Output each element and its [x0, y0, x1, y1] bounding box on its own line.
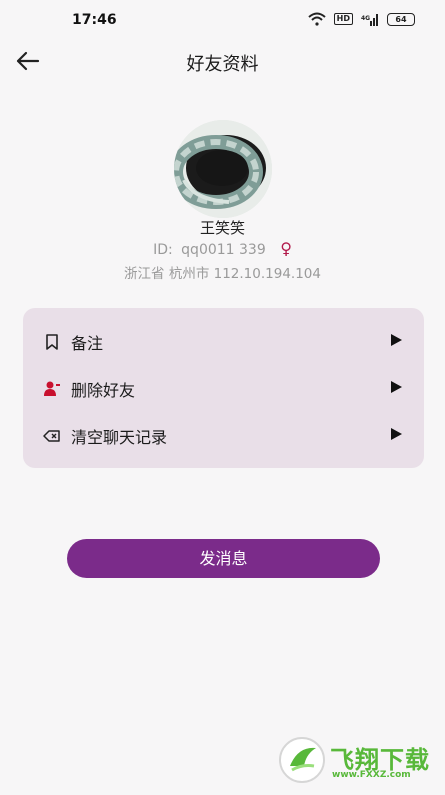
chevron-right-icon: [391, 428, 402, 440]
chevron-right-icon: [391, 381, 402, 393]
menu-item-clear-chat[interactable]: 清空聊天记录: [23, 413, 424, 459]
page-title: 好友资料: [186, 54, 259, 75]
watermark-url: www.FXXZ.com: [332, 770, 411, 780]
female-icon: ♀: [280, 239, 292, 258]
id-value: qq0011 339: [181, 242, 266, 258]
id-label: ID:: [153, 242, 173, 258]
location-text: 浙江省 杭州市 112.10.194.104: [124, 266, 321, 282]
battery-indicator: 64: [387, 12, 415, 26]
avatar[interactable]: [174, 120, 272, 218]
clear-icon: [43, 430, 60, 442]
header: 好友资料: [0, 40, 445, 82]
user-id-row: ID: qq0011 339 ♀: [0, 239, 445, 258]
hd-badge: HD: [333, 13, 353, 25]
send-message-button[interactable]: 发消息: [67, 539, 380, 578]
wifi-icon: [307, 12, 326, 26]
status-time: 17:46: [72, 12, 117, 28]
user-name: 王笑笑: [199, 219, 245, 237]
menu-label-remark: 备注: [71, 334, 104, 353]
menu-label-delete-friend: 删除好友: [71, 381, 136, 400]
bookmark-icon: [46, 334, 58, 350]
watermark-logo-icon: [279, 737, 325, 783]
menu-label-clear-chat: 清空聊天记录: [71, 428, 168, 447]
watermark: 飞翔下载 www.FXXZ.com: [278, 736, 438, 788]
status-icons: HD 4G 64: [307, 12, 415, 26]
menu-item-delete-friend[interactable]: 删除好友: [23, 366, 424, 412]
menu-card: 备注 删除好友 清空聊天记录: [23, 308, 424, 468]
chevron-right-icon: [391, 334, 402, 346]
signal-icon: 4G: [361, 13, 378, 26]
remove-user-icon: [44, 381, 60, 396]
status-bar: 17:46 HD 4G 64: [0, 0, 445, 40]
jade-bangle-image: [174, 120, 272, 218]
signal-type: 4G: [361, 15, 370, 22]
menu-item-remark[interactable]: 备注: [23, 319, 424, 365]
